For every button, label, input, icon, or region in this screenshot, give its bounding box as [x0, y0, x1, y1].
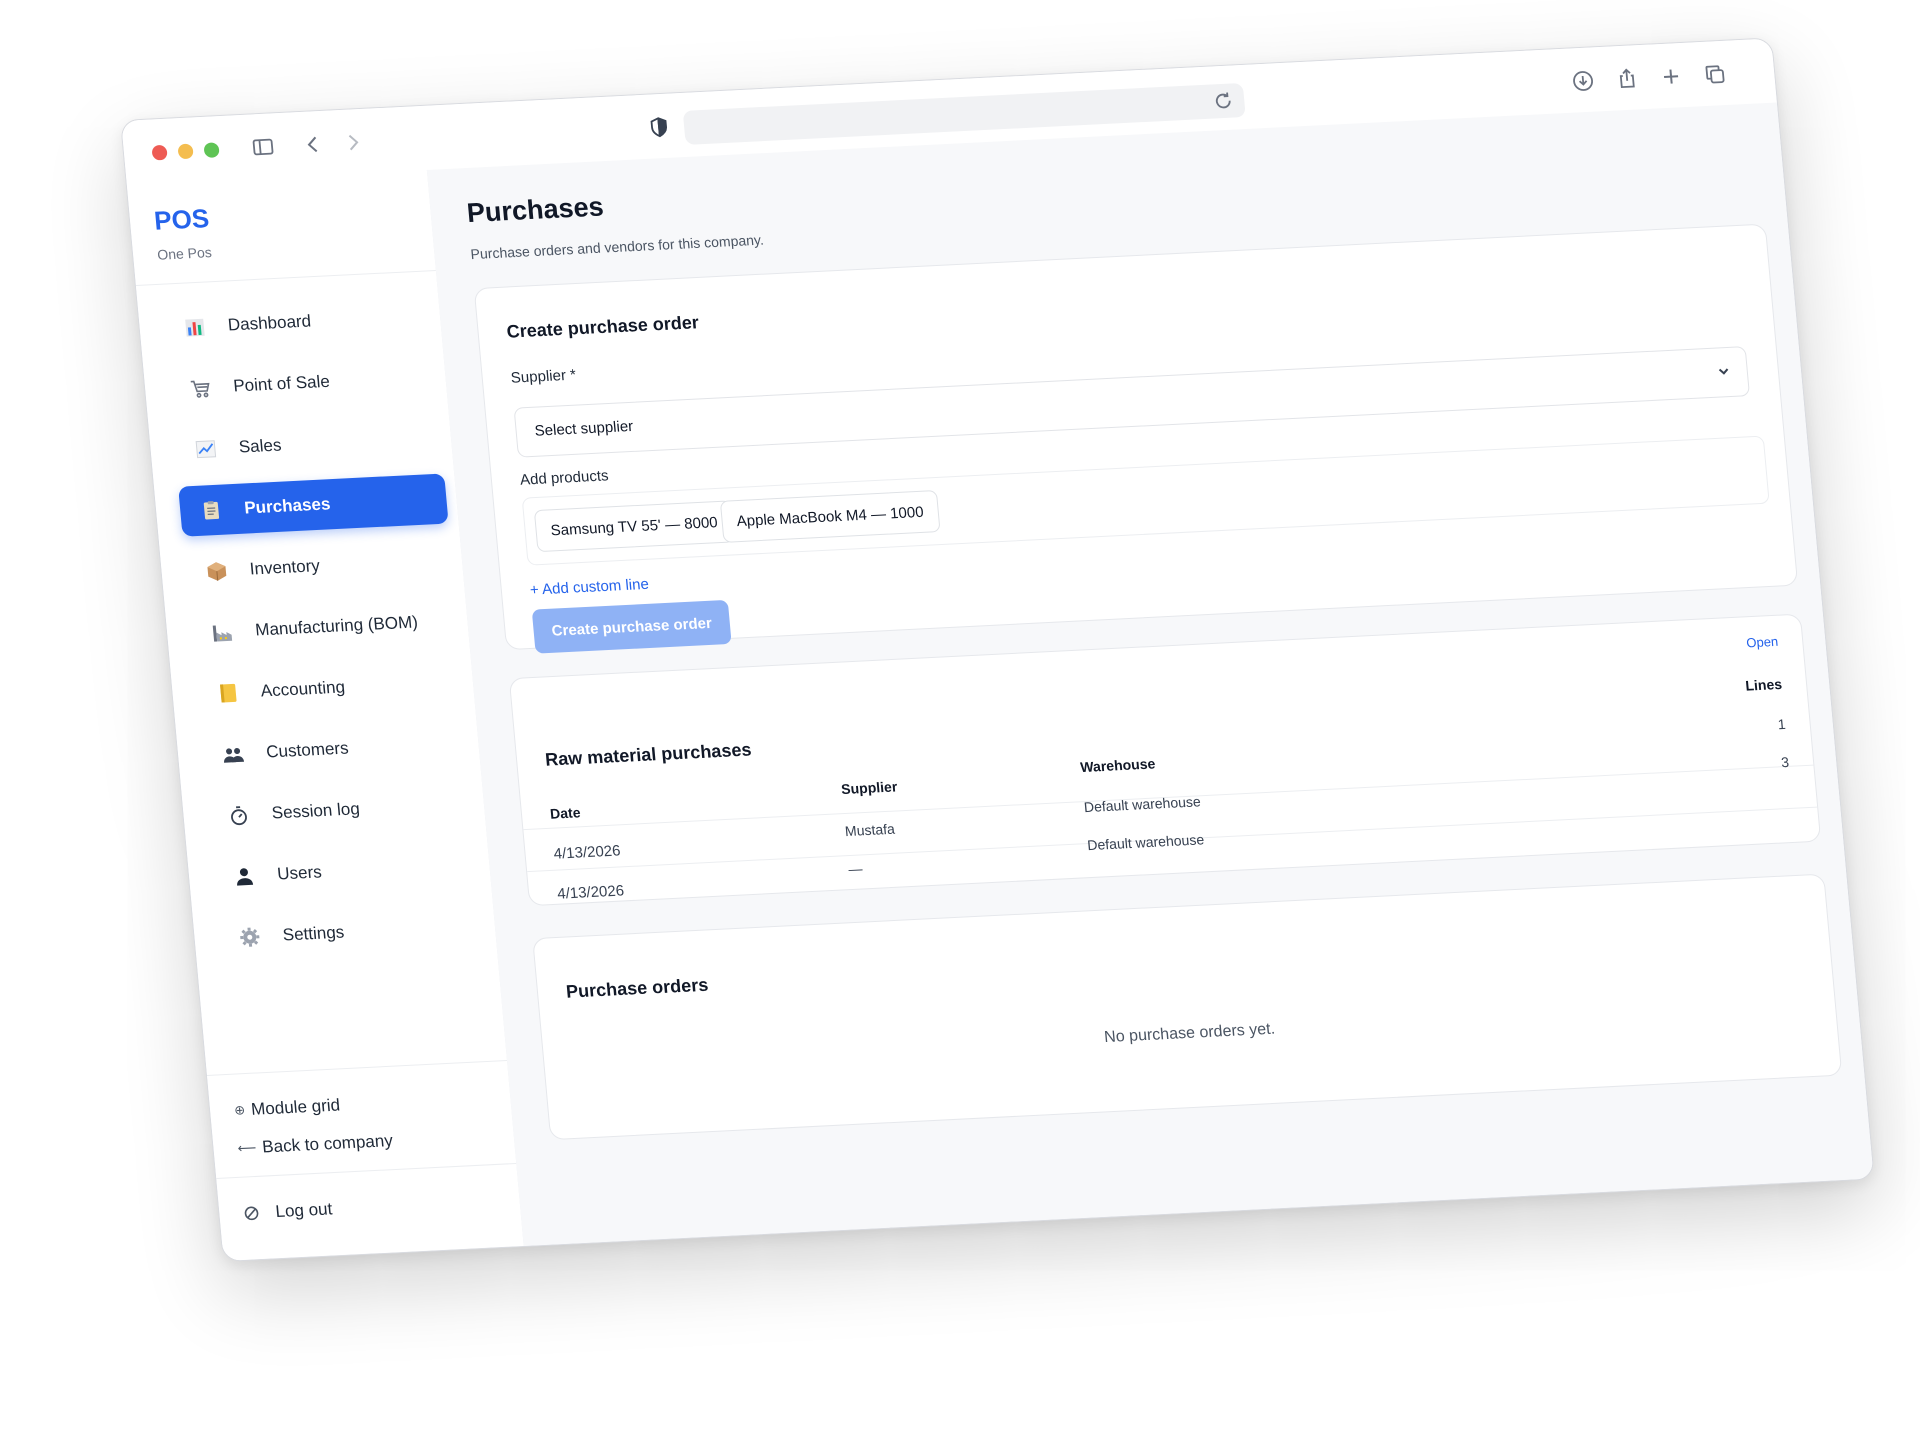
column-header-supplier[interactable]: Supplier: [840, 778, 897, 797]
tab-overview-icon[interactable]: [1699, 59, 1732, 91]
sidebar-item-inventory[interactable]: Inventory: [184, 534, 455, 597]
sidebar-divider: [216, 1162, 517, 1179]
factory-icon: [210, 621, 234, 644]
sidebar-item-manufacturing[interactable]: Manufacturing (BOM): [189, 595, 460, 658]
module-grid-label: Module grid: [250, 1095, 341, 1119]
browser-window: POS One Pos Dashboard Point of Sale Sale…: [120, 37, 1875, 1262]
create-purchase-order-card: Create purchase order Supplier * Select …: [473, 223, 1799, 654]
sidebar-divider: [206, 1059, 508, 1076]
cart-icon: [188, 377, 212, 400]
main-content: Purchases Purchase orders and vendors fo…: [426, 102, 1874, 1246]
row-lines: 1: [1777, 715, 1787, 733]
forward-arrow-icon[interactable]: [337, 127, 370, 159]
module-grid-icon: ⊕: [233, 1102, 246, 1118]
download-icon[interactable]: [1567, 65, 1600, 97]
sidebar-item-session-log[interactable]: Session log: [206, 778, 477, 841]
ledger-icon: [216, 682, 240, 705]
back-to-company-label: Back to company: [261, 1130, 394, 1157]
trend-chart-icon: [194, 438, 218, 461]
back-arrow-icon[interactable]: [297, 129, 330, 161]
new-tab-icon[interactable]: [1655, 61, 1688, 93]
user-icon: [232, 865, 256, 888]
empty-state-text: No purchase orders yet.: [1103, 1020, 1276, 1047]
row-supplier: Mustafa: [844, 820, 896, 840]
product-chip[interactable]: Apple MacBook M4 — 1000: [719, 490, 941, 543]
row-warehouse: Default warehouse: [1086, 831, 1205, 854]
stopwatch-icon: [227, 804, 251, 827]
sidebar-item-label: Dashboard: [227, 311, 312, 335]
box-icon: [205, 560, 229, 583]
sidebar-item-point-of-sale[interactable]: Point of Sale: [167, 351, 438, 414]
sidebar-item-dashboard[interactable]: Dashboard: [162, 290, 433, 353]
stage: POS One Pos Dashboard Point of Sale Sale…: [0, 0, 1920, 1440]
product-chip[interactable]: Samsung TV 55' — 8000: [533, 500, 735, 553]
logout-button[interactable]: Log out: [243, 1190, 521, 1224]
sidebar-nav: Dashboard Point of Sale Sales Purchases: [162, 290, 488, 974]
add-custom-line-link[interactable]: + Add custom line: [529, 576, 649, 599]
row-supplier: —: [847, 860, 864, 878]
logout-icon: [243, 1205, 260, 1222]
add-products-label: Add products: [519, 467, 610, 489]
products-picker: Samsung TV 55' — 8000 Apple MacBook M4 —…: [521, 435, 1770, 566]
sidebar-item-label: Point of Sale: [232, 371, 331, 396]
sidebar-item-customers[interactable]: Customers: [200, 717, 471, 780]
chevron-down-icon: [1716, 364, 1731, 379]
sidebar-item-label: Inventory: [248, 556, 321, 579]
reload-icon[interactable]: [1211, 89, 1235, 112]
sidebar-item-sales[interactable]: Sales: [173, 412, 444, 475]
purchase-orders-card: Purchase orders No purchase orders yet.: [532, 873, 1843, 1141]
logout-label: Log out: [274, 1199, 334, 1222]
close-window-button[interactable]: [151, 144, 168, 161]
page-title: Purchases: [465, 191, 605, 229]
supplier-select[interactable]: Select supplier: [513, 346, 1751, 458]
card-title: Raw material purchases: [544, 739, 753, 770]
column-header-warehouse[interactable]: Warehouse: [1080, 755, 1156, 775]
sidebar-footer: ⊕ Module grid ⟵ Back to company Log out: [206, 1059, 521, 1224]
row-date: 4/13/2026: [556, 882, 625, 903]
open-link[interactable]: Open: [1746, 634, 1779, 651]
column-header-lines[interactable]: Lines: [1745, 676, 1783, 694]
sidebar-item-label: Purchases: [243, 494, 332, 518]
sidebar-item-users[interactable]: Users: [211, 839, 482, 902]
back-arrow-glyph: ⟵: [236, 1139, 257, 1156]
sidebar-toggle-icon[interactable]: [247, 131, 280, 163]
gear-icon: [238, 926, 262, 949]
brand-title: POS: [152, 203, 211, 236]
clipboard-icon: [199, 499, 223, 522]
shield-icon[interactable]: [643, 111, 676, 143]
brand: POS One Pos: [153, 203, 213, 263]
page-subtitle: Purchase orders and vendors for this com…: [469, 231, 765, 263]
zoom-window-button[interactable]: [203, 142, 220, 158]
supplier-select-value: Select supplier: [533, 417, 634, 440]
sidebar-item-label: Sales: [237, 435, 283, 457]
card-title: Create purchase order: [505, 312, 700, 342]
minimize-window-button[interactable]: [177, 143, 194, 160]
row-warehouse: Default warehouse: [1083, 793, 1202, 816]
row-lines: 3: [1780, 753, 1790, 771]
people-icon: [221, 743, 245, 766]
module-grid-link[interactable]: ⊕ Module grid: [233, 1087, 511, 1121]
raw-material-purchases-card: Open Raw material purchases Date Supplie…: [508, 613, 1822, 907]
create-purchase-order-button[interactable]: Create purchase order: [531, 599, 732, 654]
sidebar-item-label: Users: [276, 862, 323, 884]
sidebar-item-label: Customers: [265, 738, 350, 762]
back-to-company-link[interactable]: ⟵ Back to company: [237, 1125, 515, 1159]
supplier-label: Supplier *: [510, 366, 577, 387]
row-date: 4/13/2026: [552, 842, 622, 863]
share-icon[interactable]: [1611, 63, 1644, 95]
bar-chart-icon: [183, 316, 207, 339]
column-header-date[interactable]: Date: [549, 804, 581, 822]
sidebar-item-label: Manufacturing (BOM): [254, 612, 419, 640]
sidebar-item-settings[interactable]: Settings: [217, 900, 488, 963]
sidebar-item-accounting[interactable]: Accounting: [195, 656, 466, 719]
sidebar-item-purchases[interactable]: Purchases: [178, 473, 449, 537]
sidebar-item-label: Accounting: [259, 677, 346, 701]
card-title: Purchase orders: [565, 974, 710, 1002]
brand-subtitle: One Pos: [156, 244, 213, 263]
sidebar-divider: [135, 269, 436, 286]
sidebar-item-label: Session log: [270, 799, 361, 823]
sidebar-item-label: Settings: [281, 922, 346, 945]
